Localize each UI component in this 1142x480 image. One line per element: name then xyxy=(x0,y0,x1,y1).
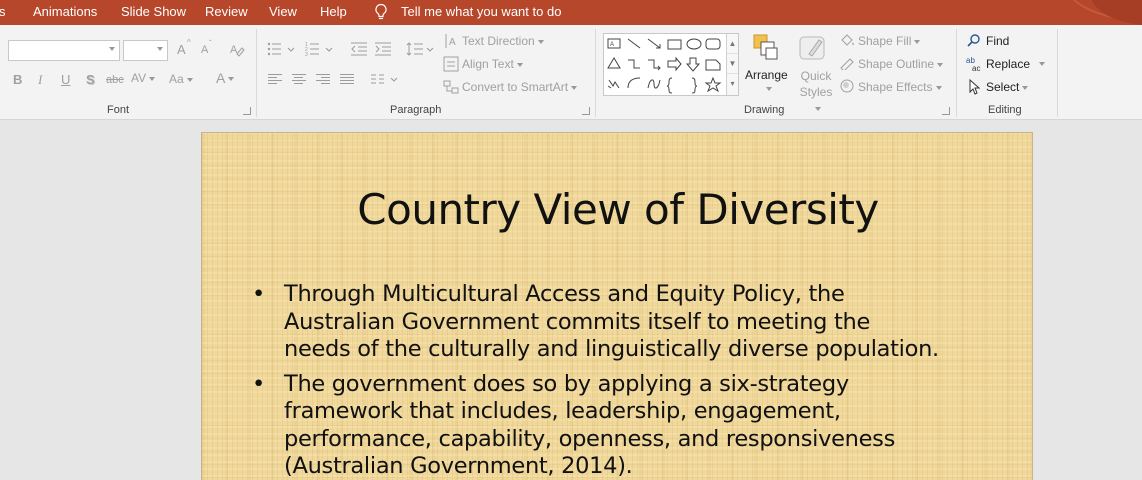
tab-animations[interactable]: Animations xyxy=(33,4,97,19)
text-direction-icon: A xyxy=(445,34,456,48)
group-separator xyxy=(956,29,957,117)
bullet-item[interactable]: • The government does so by applying a s… xyxy=(252,371,1012,480)
smartart-icon xyxy=(443,80,459,94)
slide-canvas[interactable]: Country View of Diversity • Through Mult… xyxy=(201,132,1033,480)
shape-fill-icon xyxy=(841,34,854,46)
justify-icon[interactable] xyxy=(340,74,354,86)
tab-view[interactable]: View xyxy=(269,4,297,19)
ribbon-tab-bar: s Animations Slide Show Review View Help… xyxy=(0,0,1142,25)
group-separator xyxy=(1057,29,1058,117)
svg-text:ac: ac xyxy=(972,64,980,72)
editing-group-label: Editing xyxy=(988,104,1022,116)
quick-styles-button[interactable]: Quick Styles xyxy=(796,68,836,116)
grow-font-caret-icon: ^ xyxy=(187,38,191,47)
arrange-icon xyxy=(753,34,778,60)
bullet-item[interactable]: • Through Multicultural Access and Equit… xyxy=(252,281,1012,364)
underline-button[interactable]: U xyxy=(61,72,70,87)
tell-me-search[interactable]: Tell me what you want to do xyxy=(401,4,561,19)
convert-smartart-button[interactable]: Convert to SmartArt xyxy=(462,80,578,94)
slide-title[interactable]: Country View of Diversity xyxy=(202,185,1034,234)
bullet-line: Australian Government commits itself to … xyxy=(284,308,871,335)
font-group-label: Font xyxy=(107,104,130,116)
shapes-gallery-icons[interactable]: A xyxy=(606,36,726,94)
bullet-line: performance, capability, openness, and r… xyxy=(284,425,896,452)
bullet-line: Through Multicultural Access and Equity … xyxy=(284,281,845,307)
font-dialog-launcher-icon[interactable] xyxy=(243,107,251,115)
bullet-line: framework that includes, leadership, eng… xyxy=(284,398,841,424)
slide-body[interactable]: • Through Multicultural Access and Equit… xyxy=(252,281,1012,480)
replace-caret-icon xyxy=(1039,62,1045,66)
drawing-group-label: Drawing xyxy=(744,104,785,116)
shapes-gallery[interactable]: A ▲ ▼ ▾ xyxy=(603,33,739,96)
group-separator xyxy=(256,29,257,117)
font-color-button[interactable]: A xyxy=(216,70,235,86)
font-size-combo[interactable] xyxy=(123,40,168,61)
tab-slide-show[interactable]: Slide Show xyxy=(121,4,186,19)
align-right-icon[interactable] xyxy=(316,74,330,86)
line-spacing-icon[interactable] xyxy=(406,41,436,57)
shrink-font-caret-icon: ˇ xyxy=(209,39,212,48)
gallery-more-icon[interactable]: ▾ xyxy=(727,74,738,94)
paragraph-dialog-launcher-icon[interactable] xyxy=(582,107,590,115)
numbering-icon[interactable]: 1 2 3 xyxy=(305,41,335,57)
shape-effects-icon xyxy=(840,79,854,93)
grow-font-button[interactable]: A xyxy=(177,42,186,57)
gallery-scrollbar[interactable]: ▲ ▼ ▾ xyxy=(726,34,738,95)
replace-button[interactable]: Replace xyxy=(986,57,1030,71)
paragraph-group-label: Paragraph xyxy=(390,104,442,116)
bullet-line: The government does so by applying a six… xyxy=(284,370,849,397)
increase-indent-icon[interactable] xyxy=(374,41,392,57)
character-spacing-button[interactable]: AV xyxy=(131,71,156,85)
drawing-dialog-launcher-icon[interactable] xyxy=(942,107,950,115)
svg-text:3: 3 xyxy=(305,52,308,57)
clear-formatting-icon[interactable]: A xyxy=(229,41,245,57)
arrange-button[interactable]: Arrange xyxy=(745,68,788,82)
bullets-icon[interactable] xyxy=(267,41,297,57)
bullet-dot-icon: • xyxy=(252,370,265,397)
font-name-combo[interactable] xyxy=(8,40,120,61)
shape-fill-button[interactable]: Shape Fill xyxy=(858,34,921,48)
align-text-icon xyxy=(443,56,459,72)
bold-button[interactable]: B xyxy=(13,72,22,87)
columns-icon[interactable] xyxy=(370,73,400,87)
find-button[interactable]: Find xyxy=(986,34,1009,48)
align-text-button[interactable]: Align Text xyxy=(462,57,523,71)
decrease-indent-icon[interactable] xyxy=(350,41,368,57)
svg-text:A: A xyxy=(449,37,456,48)
tab-review[interactable]: Review xyxy=(205,4,248,19)
shape-effects-button[interactable]: Shape Effects xyxy=(858,80,942,94)
find-icon xyxy=(967,34,980,47)
group-separator xyxy=(595,29,596,117)
strikethrough-button[interactable]: abc xyxy=(106,74,124,86)
tab-design-partial[interactable]: s xyxy=(0,4,6,19)
replace-icon: ab ac xyxy=(966,56,980,72)
svg-text:A: A xyxy=(610,42,614,48)
select-cursor-icon xyxy=(969,79,981,95)
shadow-button[interactable]: S xyxy=(86,72,95,87)
lightbulb-icon xyxy=(375,3,387,20)
select-button[interactable]: Select xyxy=(986,80,1029,94)
arrange-caret-icon xyxy=(766,87,772,91)
shape-outline-button[interactable]: Shape Outline xyxy=(858,57,944,71)
tab-help[interactable]: Help xyxy=(320,4,347,19)
align-left-icon[interactable] xyxy=(268,74,282,86)
gallery-down-icon[interactable]: ▼ xyxy=(727,54,738,74)
shrink-font-button[interactable]: A xyxy=(201,44,208,56)
change-case-button[interactable]: Aa xyxy=(169,72,193,86)
align-center-icon[interactable] xyxy=(292,74,306,86)
gallery-up-icon[interactable]: ▲ xyxy=(727,34,738,54)
quick-styles-icon xyxy=(799,36,825,60)
shape-outline-icon xyxy=(840,58,854,70)
text-direction-button[interactable]: Text Direction xyxy=(462,34,544,48)
bullet-dot-icon: • xyxy=(252,281,265,307)
ribbon: A ^ A ˇ A B I U S abc AV Aa A Font 1 2 3 xyxy=(0,25,1142,120)
bullet-line: (Australian Government, 2014). xyxy=(284,453,633,479)
bullet-line: needs of the culturally and linguistical… xyxy=(284,336,939,362)
italic-button[interactable]: I xyxy=(38,72,42,88)
